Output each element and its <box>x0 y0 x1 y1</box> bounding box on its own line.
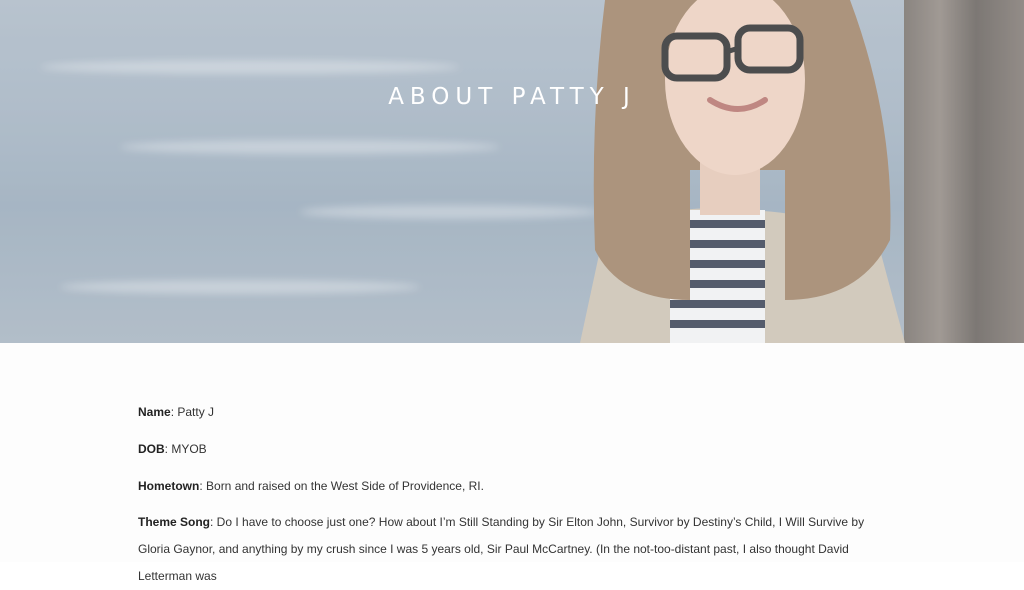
fact-value: : Born and raised on the West Side of Pr… <box>199 479 484 493</box>
hero-banner: ABOUT PATTY J <box>0 0 1024 343</box>
fact-dob: DOB: MYOB <box>138 436 878 463</box>
fact-label: Theme Song <box>138 515 211 529</box>
fact-label: Name <box>138 405 171 419</box>
fact-value: : Patty J <box>170 405 215 419</box>
fact-theme-song: Theme Song: Do I have to choose just one… <box>138 509 878 590</box>
about-content: Name: Patty J DOB: MYOB Hometown: Born a… <box>0 343 1024 583</box>
hero-overlay <box>0 0 1024 343</box>
fact-label: DOB <box>138 442 165 456</box>
fact-name: Name: Patty J <box>138 399 878 426</box>
fact-value: : MYOB <box>164 442 207 456</box>
fact-hometown: Hometown: Born and raised on the West Si… <box>138 473 878 500</box>
page-title: ABOUT PATTY J <box>388 84 636 110</box>
fact-value: : Do I have to choose just one? How abou… <box>138 515 865 583</box>
fact-label: Hometown <box>138 479 200 493</box>
